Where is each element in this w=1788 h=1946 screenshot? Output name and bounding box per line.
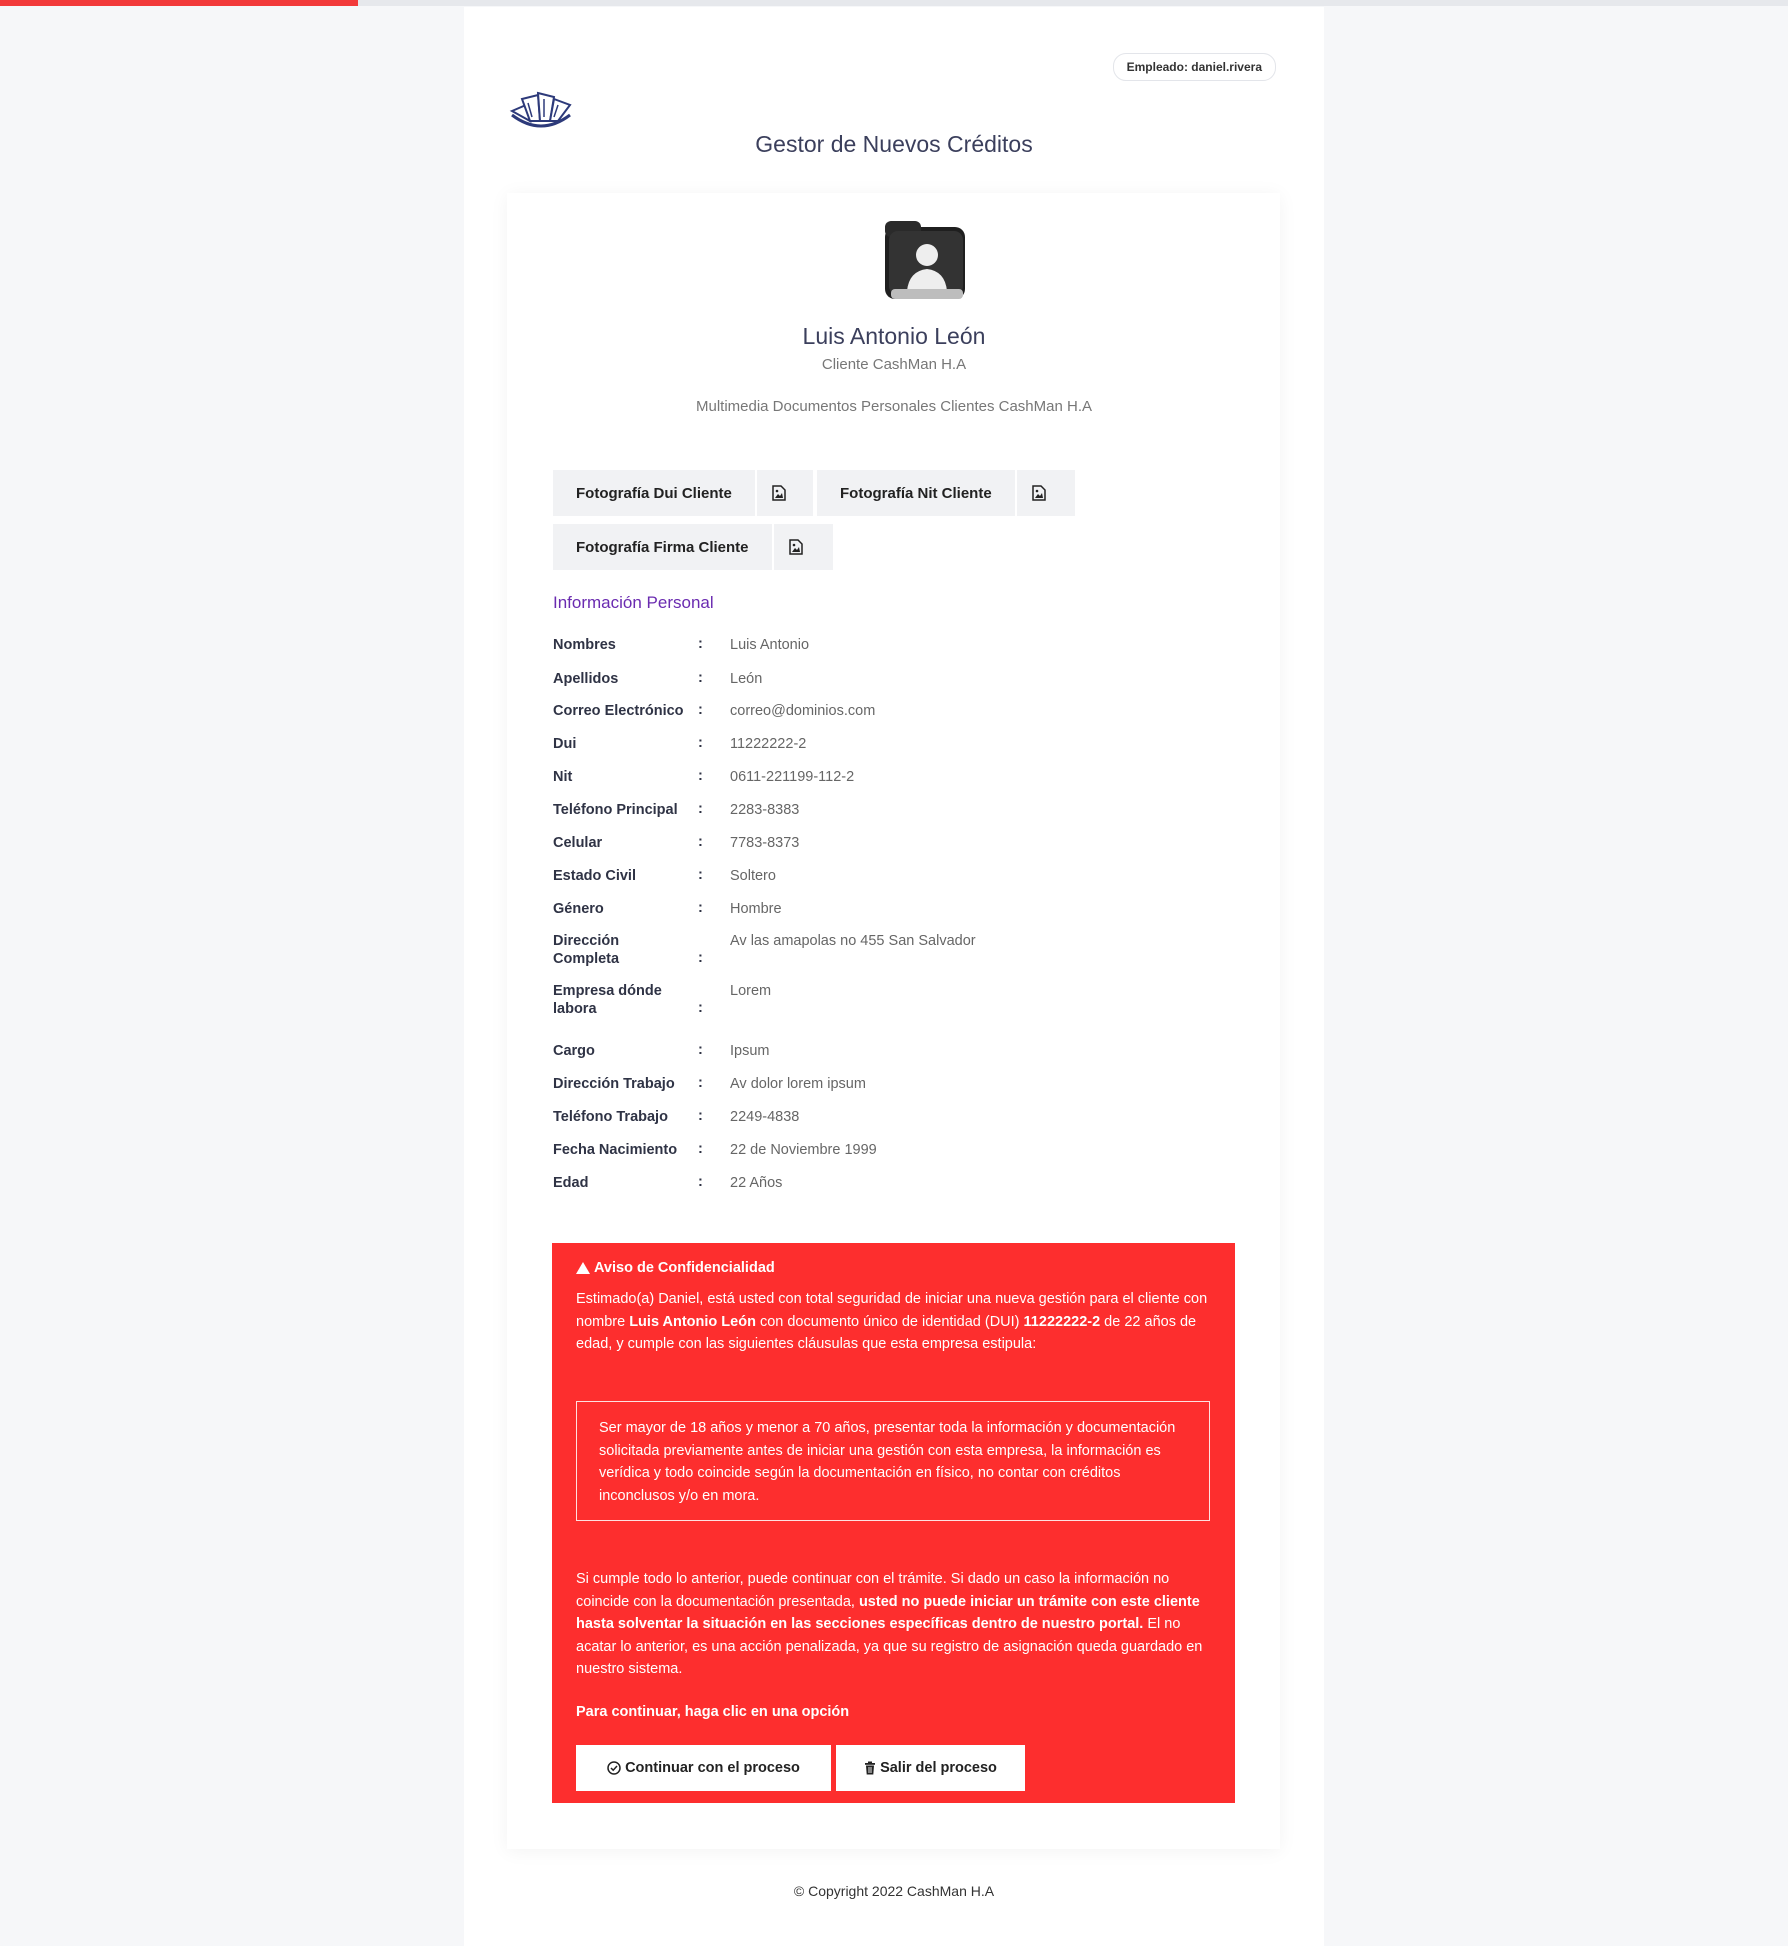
info-key: Fecha Nacimiento	[553, 1142, 678, 1158]
notice-intro-part: con documento único de identidad (DUI)	[755, 1313, 1024, 1330]
info-value: Luis Antonio	[730, 637, 810, 653]
confidentiality-notice: Aviso de Confidencialidad Estimado(a) Da…	[552, 1243, 1235, 1803]
info-colon: :	[698, 867, 703, 883]
info-key: Dui	[553, 736, 577, 752]
image-file-icon	[771, 524, 818, 570]
info-key: Nit	[553, 769, 573, 785]
dui-photo-button[interactable]: Fotografía Dui Cliente	[553, 470, 813, 516]
info-value: 2249-4838	[730, 1109, 800, 1125]
trash-icon	[865, 1761, 876, 1775]
image-file-icon	[754, 470, 801, 516]
info-colon: :	[698, 768, 703, 784]
warning-icon	[576, 1262, 590, 1274]
nit-photo-label: Fotografía Nit Cliente	[840, 484, 992, 502]
exit-process-button[interactable]: Salir del proceso	[836, 1745, 1025, 1791]
info-key: Celular	[553, 835, 603, 851]
info-key: Estado Civil	[553, 868, 636, 884]
notice-title-text: Aviso de Confidencialidad	[594, 1260, 775, 1276]
info-colon: :	[698, 1042, 703, 1058]
continue-process-label: Continuar con el proceso	[625, 1760, 800, 1776]
top-progress-track	[0, 0, 1788, 6]
media-subtitle: Multimedia Documentos Personales Cliente…	[695, 398, 1092, 415]
info-value: 2283-8383	[730, 802, 800, 818]
info-value: Hombre	[730, 901, 782, 917]
info-colon: :	[698, 735, 703, 751]
notice-client-name: Luis Antonio León	[629, 1313, 756, 1330]
app-title: Gestor de Nuevos Créditos	[755, 131, 1033, 157]
notice-title: Aviso de Confidencialidad	[576, 1260, 775, 1276]
info-colon: :	[698, 670, 703, 686]
info-colon: :	[698, 1174, 703, 1190]
exit-process-label: Salir del proceso	[880, 1760, 997, 1776]
info-value: 7783-8373	[730, 835, 800, 851]
continue-process-button[interactable]: Continuar con el proceso	[576, 1745, 831, 1791]
notice-intro: Estimado(a) Daniel, está usted con total…	[576, 1288, 1216, 1356]
client-folder-avatar-icon	[885, 221, 965, 299]
info-value: 22 de Noviembre 1999	[730, 1142, 877, 1158]
signature-photo-button[interactable]: Fotografía Firma Cliente	[553, 524, 833, 570]
info-colon: :	[698, 834, 703, 850]
employee-badge: Empleado: daniel.rivera	[1112, 53, 1276, 81]
top-progress-bar	[0, 0, 358, 6]
info-key: Nombres	[553, 637, 616, 653]
company-logo	[509, 91, 572, 128]
info-colon: :	[698, 1075, 703, 1091]
client-name: Luis Antonio León	[802, 323, 986, 349]
footer-copyright: © Copyright 2022 CashMan H.A	[793, 1883, 995, 1899]
info-value: correo@dominios.com	[730, 703, 876, 719]
info-key: Teléfono Trabajo	[553, 1109, 668, 1125]
main-page: Empleado: daniel.rivera Gestor de Nuevos…	[464, 7, 1324, 1946]
info-key: Dirección Trabajo	[553, 1076, 675, 1092]
client-role: Cliente CashMan H.A	[821, 356, 967, 373]
check-circle-icon	[607, 1761, 621, 1775]
info-colon: :	[698, 1141, 703, 1157]
info-colon: :	[698, 950, 703, 966]
info-key: Género	[553, 901, 604, 917]
info-colon: :	[698, 702, 703, 718]
info-key: Empresa dónde labora	[553, 983, 662, 1017]
info-key: Apellidos	[553, 671, 619, 687]
info-key: Dirección Completa	[553, 933, 620, 967]
info-value: Soltero	[730, 868, 776, 884]
notice-instruction: Para continuar, haga clic en una opción	[576, 1704, 850, 1720]
signature-photo-label: Fotografía Firma Cliente	[576, 538, 749, 556]
info-key: Teléfono Principal	[553, 802, 678, 818]
info-key: Edad	[553, 1175, 589, 1191]
info-value: Av las amapolas no 455 San Salvador	[730, 933, 976, 949]
info-value: Av dolor lorem ipsum	[730, 1076, 866, 1092]
info-key: Correo Electrónico	[553, 703, 684, 719]
notice-warning-text: Si cumple todo lo anterior, puede contin…	[576, 1568, 1216, 1681]
info-key: Cargo	[553, 1043, 595, 1059]
info-value: 22 Años	[730, 1175, 783, 1191]
info-colon: :	[698, 1000, 703, 1016]
info-value: León	[730, 671, 763, 687]
notice-client-dui: 11222222-2	[1023, 1313, 1101, 1330]
info-colon: :	[698, 900, 703, 916]
personal-info-title: Información Personal	[553, 593, 714, 612]
info-value: 11222222-2	[730, 736, 807, 752]
info-value: 0611-221199-112-2	[730, 769, 855, 785]
image-file-icon	[1014, 470, 1061, 516]
nit-photo-button[interactable]: Fotografía Nit Cliente	[817, 470, 1075, 516]
info-colon: :	[698, 1108, 703, 1124]
info-colon: :	[698, 801, 703, 817]
notice-clause-box: Ser mayor de 18 años y menor a 70 años, …	[576, 1401, 1210, 1521]
info-value: Ipsum	[730, 1043, 770, 1059]
info-value: Lorem	[730, 983, 772, 999]
dui-photo-label: Fotografía Dui Cliente	[576, 484, 732, 502]
info-colon: :	[698, 636, 703, 652]
